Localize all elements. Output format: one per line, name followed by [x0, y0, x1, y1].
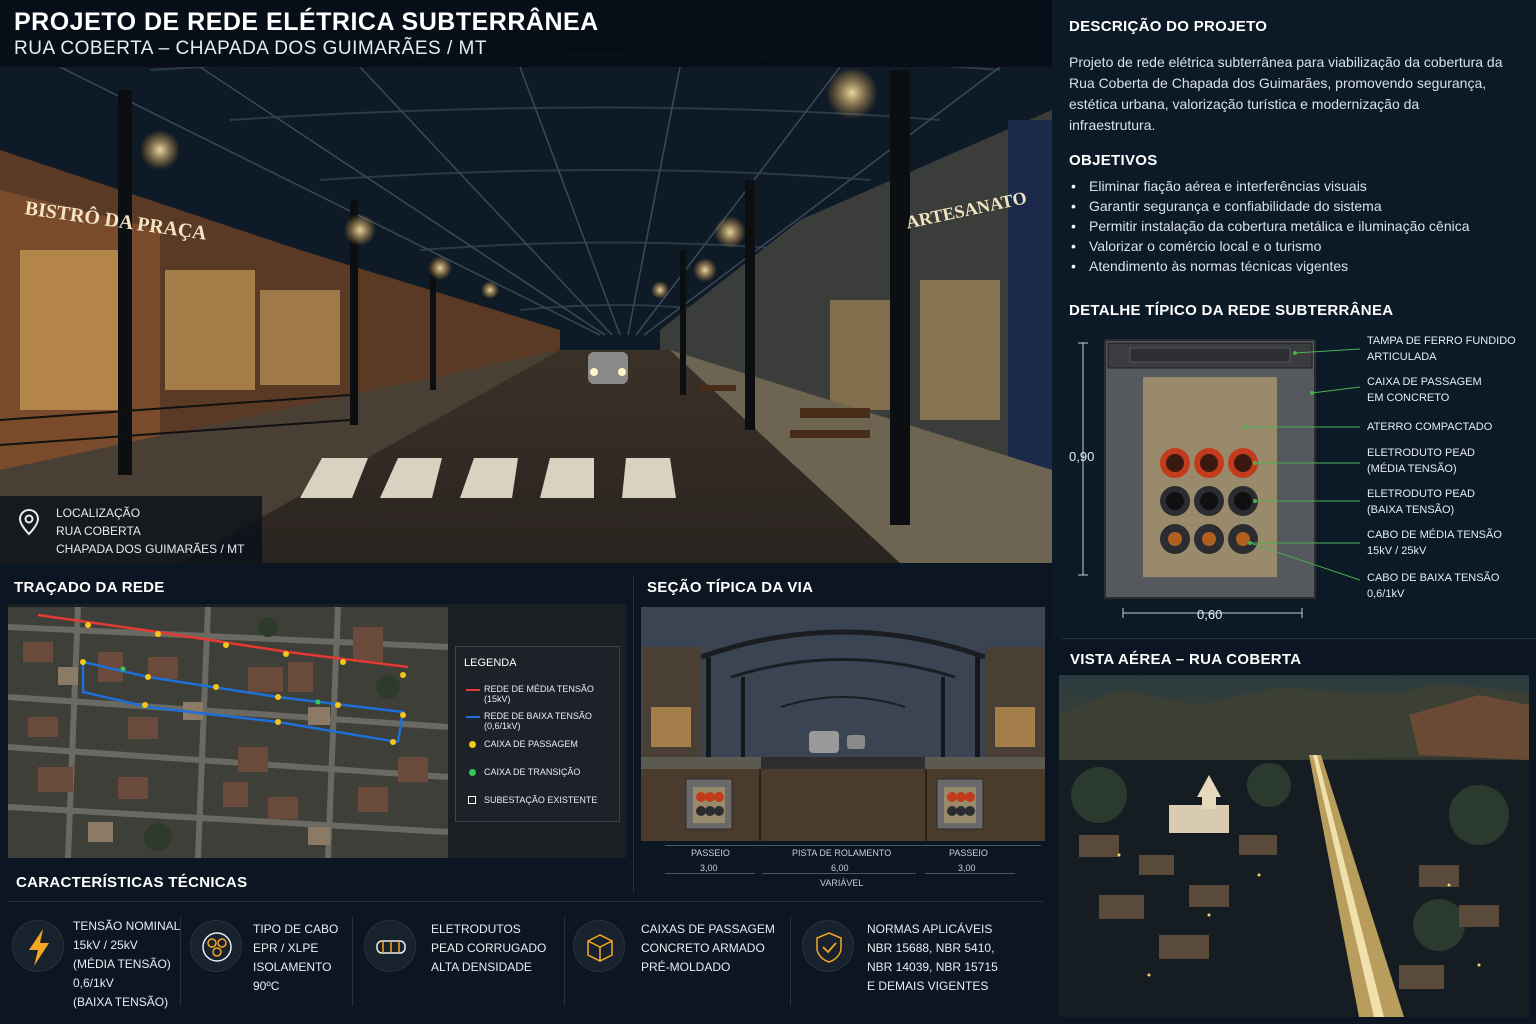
tech-icon-wrap [12, 920, 64, 972]
tech-icon-wrap [364, 920, 416, 972]
roadway-label: PISTA DE ROLAMENTO [792, 848, 892, 858]
detail-label-cover: TAMPA DE FERRO FUNDIDO ARTICULADA [1367, 335, 1516, 363]
detail-label-lv-cable: CABO DE BAIXA TENSÃO 0,6/1kV [1367, 572, 1500, 600]
trench-detail-drawing [1078, 339, 1360, 618]
location-label: LOCALIZAÇÃO [56, 506, 141, 520]
description-text: Projeto de rede elétrica subterrânea par… [1069, 54, 1503, 133]
detail-label-mv-cable: CABO DE MÉDIA TENSÃO 15kV / 25kV [1367, 529, 1502, 557]
section-heading: SEÇÃO TÍPICA DA VIA [647, 579, 814, 596]
shield-check-icon [816, 932, 842, 963]
right-sidewalk-dim: 3,00 [958, 863, 976, 873]
location-street: RUA COBERTA [56, 524, 141, 538]
objective-item: Valorizar o comércio local e o turismo [1069, 236, 1519, 256]
objective-item: Eliminar fiação aérea e interferências v… [1069, 176, 1519, 196]
box-icon [587, 934, 613, 962]
dimension-line [925, 873, 1015, 874]
road-section-illustration [641, 607, 1045, 841]
satellite-map-illustration [8, 607, 448, 858]
detail-label-backfill: ATERRO COMPACTADO [1367, 421, 1493, 433]
tech-standards: NORMAS APLICÁVEIS NBR 15688, NBR 5410, NBR… [867, 922, 998, 993]
aerial-heading: VISTA AÉREA – RUA COBERTA [1070, 651, 1302, 668]
location-pin-icon [18, 508, 40, 536]
tech-voltage: TENSÃO NOMINAL 15kV / 25kV (MÉDIA TENSÃO) 0… [73, 919, 181, 1009]
cable-icon [202, 932, 232, 962]
network-heading: TRAÇADO DA REDE [14, 579, 165, 596]
objectives-heading: OBJETIVOS [1069, 152, 1158, 169]
divider [352, 916, 353, 1006]
aerial-view-image [1059, 675, 1529, 1017]
tech-conduits: ELETRODUTOS PEAD CORRUGADO ALTA DENSIDADE [431, 922, 547, 974]
description-heading: DESCRIÇÃO DO PROJETO [1069, 18, 1268, 35]
location-city: CHAPADA DOS GUIMARÃES / MT [56, 542, 245, 556]
left-sidewalk-dim: 3,00 [700, 863, 718, 873]
detail-heading: DETALHE TÍPICO DA REDE SUBTERRÂNEA [1069, 302, 1394, 319]
detail-label-lv-conduit: ELETRODUTO PEAD (BAIXA TENSÃO) [1367, 488, 1475, 516]
tech-boxes: CAIXAS DE PASSAGEM CONCRETO ARMADO PRÉ-MOL… [641, 922, 775, 974]
divider [790, 916, 791, 1006]
legend-transition-label: CAIXA DE TRANSIÇÃO [484, 767, 581, 777]
tech-heading: CARACTERÍSTICAS TÉCNICAS [16, 874, 248, 891]
legend-mv-swatch [466, 689, 480, 691]
legend-lv-swatch [466, 716, 480, 718]
legend-title: LEGENDA [464, 657, 517, 669]
aerial-town-illustration [1059, 683, 1529, 1017]
legend-lv-label: REDE DE BAIXA TENSÃO (0,6/1kV) [484, 711, 592, 731]
left-sidewalk-label: PASSEIO [691, 848, 730, 858]
divider [633, 575, 634, 893]
detail-label-mv-conduit: ELETRODUTO PEAD (MÉDIA TENSÃO) [1367, 447, 1475, 475]
divider [180, 916, 181, 1006]
tech-icon-wrap [802, 920, 854, 972]
objective-item: Garantir segurança e confiabilidade do s… [1069, 196, 1519, 216]
map-legend: LEGENDA REDE DE MÉDIA TENSÃO (15kV) REDE… [455, 646, 620, 822]
legend-substation-label: SUBESTAÇÃO EXISTENTE [484, 795, 598, 805]
lightning-icon [29, 929, 49, 966]
objectives-list: Eliminar fiação aérea e interferências v… [1069, 176, 1519, 276]
dimension-line [762, 873, 916, 874]
legend-box-label: CAIXA DE PASSAGEM [484, 739, 578, 749]
divider [8, 901, 1043, 902]
objective-item: Permitir instalação da cobertura metálic… [1069, 216, 1519, 236]
height-dimension: 0,90 [1069, 449, 1095, 464]
dimension-line [665, 845, 1041, 846]
tech-icon-wrap [190, 920, 242, 972]
page-title: PROJETO DE REDE ELÉTRICA SUBTERRÂNEA [14, 8, 599, 36]
conduit-icon [376, 940, 406, 954]
page-subtitle: RUA COBERTA – CHAPADA DOS GUIMARÃES / MT [14, 38, 487, 59]
dimension-line [665, 873, 755, 874]
network-map [8, 607, 448, 858]
divider [1062, 638, 1536, 639]
legend-transition-swatch [469, 769, 476, 776]
legend-mv-label: REDE DE MÉDIA TENSÃO (15kV) [484, 684, 594, 704]
detail-label-box: CAIXA DE PASSAGEM EM CONCRETO [1367, 376, 1482, 404]
location-box: LOCALIZAÇÃO RUA COBERTA CHAPADA DOS GUIM… [0, 496, 262, 563]
hero-street-render: BISTRÔ DA PRAÇA ARTESANATO [0, 0, 1052, 563]
width-dimension: 0,60 [1197, 607, 1223, 622]
tech-icon-wrap [573, 920, 625, 972]
covered-street-illustration [0, 54, 1052, 563]
legend-box-swatch [469, 741, 476, 748]
divider [564, 916, 565, 1006]
road-section-image [641, 607, 1045, 841]
roadway-note: VARIÁVEL [820, 878, 864, 888]
tech-cable: TIPO DE CABO EPR / XLPE ISOLAMENTO 90ºC [253, 922, 339, 993]
right-sidewalk-label: PASSEIO [949, 848, 988, 858]
roadway-dim: 6,00 [831, 863, 849, 873]
legend-substation-swatch [468, 796, 476, 804]
objective-item: Atendimento às normas técnicas vigentes [1069, 256, 1519, 276]
title-bar: PROJETO DE REDE ELÉTRICA SUBTERRÂNEA RUA… [0, 0, 1052, 67]
